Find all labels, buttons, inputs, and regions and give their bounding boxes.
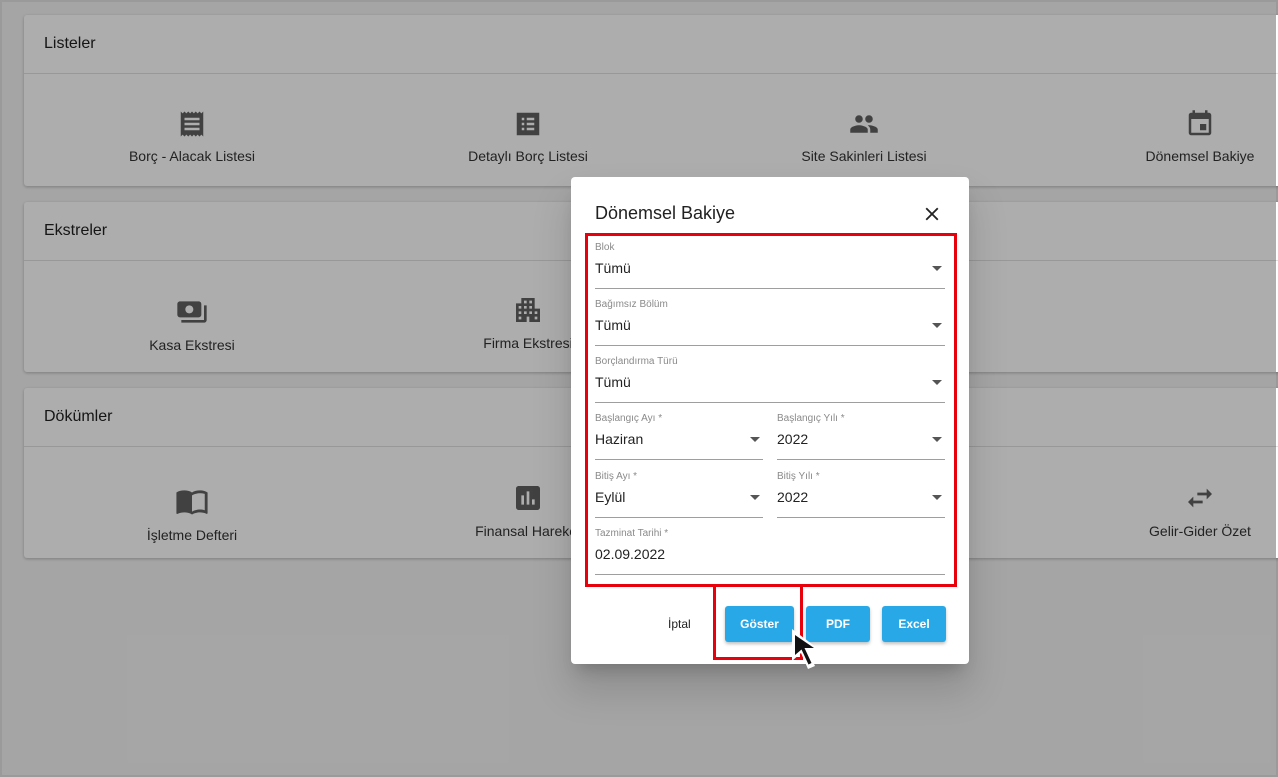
cancel-button[interactable]: İptal: [668, 617, 691, 631]
excel-button[interactable]: Excel: [882, 606, 946, 642]
mouse-pointer-icon: [790, 627, 836, 678]
dialog-title: Dönemsel Bakiye: [595, 203, 736, 223]
form-highlight-box: [585, 233, 957, 587]
close-icon[interactable]: [921, 203, 943, 225]
